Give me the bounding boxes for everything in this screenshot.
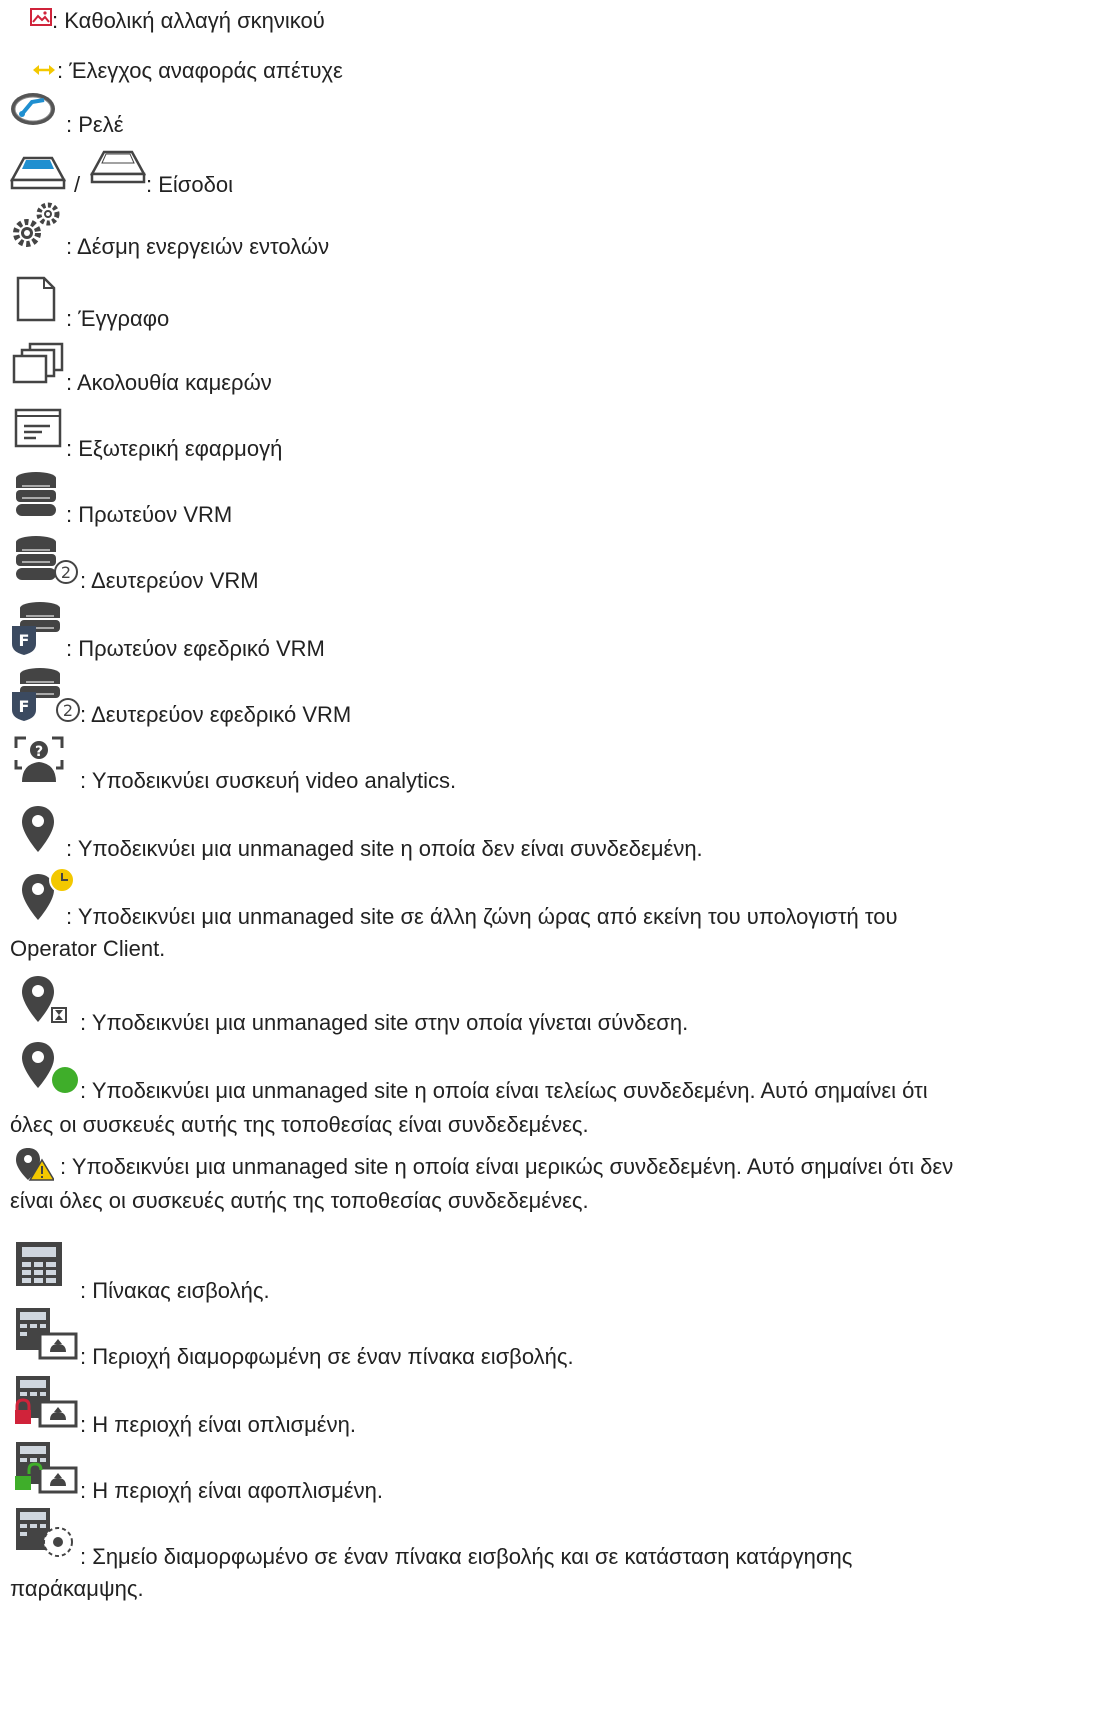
legend-text: : Υποδεικνύει μια unmanaged site η οποία…: [66, 836, 703, 861]
legend-item: : Πίνακας εισβολής.: [0, 1240, 1100, 1303]
legend-text-continued: Operator Client.: [10, 936, 166, 961]
legend-text: : Πρωτεύον εφεδρικό VRM: [66, 636, 325, 661]
legend-text: : Υποδεικνύει μια unmanaged site σε άλλη…: [66, 904, 898, 929]
legend-item: : Υποδεικνύει μια unmanaged site η οποία…: [0, 1040, 1100, 1140]
legend-text: : Ακολουθία καμερών: [66, 370, 272, 395]
svg-text:2: 2: [63, 701, 73, 720]
legend-item: : Έλεγχος αναφοράς απέτυχε: [0, 56, 1100, 86]
legend-item: : Υποδεικνύει μια unmanaged site στην οπ…: [0, 974, 1100, 1035]
svg-text:?: ?: [35, 744, 43, 760]
scene-change-icon: [30, 8, 52, 26]
area-disarmed-icon: [14, 1440, 80, 1494]
legend-item: : Πρωτεύον VRM: [0, 470, 1100, 530]
area-armed-icon: [14, 1374, 80, 1428]
legend-text: : Η περιοχή είναι οπλισμένη.: [80, 1412, 356, 1437]
legend-text: : Η περιοχή είναι αφοπλισμένη.: [80, 1478, 383, 1503]
legend-item: : Εξωτερική εφαρμογή: [0, 408, 1100, 464]
svg-text:F: F: [19, 697, 30, 716]
legend-text-continued: είναι όλες οι συσκευές αυτής της τοποθεσ…: [10, 1188, 589, 1213]
legend-item: : Ρελέ: [0, 92, 1100, 138]
reference-check-failed-icon: [33, 63, 55, 77]
legend-item: : Υποδεικνύει μια unmanaged site η οποία…: [0, 1146, 1100, 1236]
video-analytics-icon: ?: [12, 734, 66, 784]
svg-text:F: F: [19, 631, 30, 650]
intrusion-area-icon: [14, 1306, 80, 1360]
intrusion-panel-icon: [14, 1240, 64, 1288]
primary-failover-vrm-icon: F: [10, 600, 66, 656]
legend-item: : Περιοχή διαμορφωμένη σε έναν πίνακα ει…: [0, 1306, 1100, 1369]
legend-text: : Σημείο διαμορφωμένο σε έναν πίνακα εισ…: [80, 1544, 853, 1569]
legend-item: : Η περιοχή είναι αφοπλισμένη.: [0, 1440, 1100, 1503]
external-application-icon: [14, 408, 62, 450]
primary-vrm-icon: [14, 470, 64, 520]
legend-text: : Έγγραφο: [66, 306, 170, 331]
legend-text: : Περιοχή διαμορφωμένη σε έναν πίνακα ει…: [80, 1344, 574, 1369]
site-connected-icon: [20, 1040, 82, 1096]
legend-text: : Καθολική αλλαγή σκηνικού: [52, 8, 325, 33]
input-separator: /: [74, 172, 81, 197]
legend-text: : Υποδεικνύει μια unmanaged site στην οπ…: [80, 1010, 689, 1035]
legend-text-continued: παράκαμψης.: [10, 1576, 144, 1601]
legend-text: : Δευτερεύον VRM: [80, 568, 259, 593]
legend-text: : Έλεγχος αναφοράς απέτυχε: [57, 58, 343, 83]
relay-icon: [10, 92, 56, 126]
legend-text: : Πίνακας εισβολής.: [80, 1278, 270, 1303]
legend-text-continued: όλες οι συσκευές αυτής της τοποθεσίας εί…: [10, 1112, 589, 1137]
input-icon: [90, 150, 146, 186]
legend-text: : Πρωτεύον VRM: [66, 502, 233, 527]
legend-item: : Η περιοχή είναι οπλισμένη.: [0, 1374, 1100, 1437]
legend-item: F : Πρωτεύον εφεδρικό VRM: [0, 600, 1100, 661]
secondary-vrm-icon: 2: [14, 534, 80, 586]
legend-item: : Ακολουθία καμερών: [0, 342, 1100, 398]
legend-text: : Δευτερεύον εφεδρικό VRM: [80, 702, 352, 727]
command-script-icon: [10, 200, 62, 252]
legend-text: : Υποδεικνύει μια unmanaged site η οποία…: [60, 1154, 954, 1179]
secondary-failover-vrm-icon: F2: [10, 666, 82, 724]
legend-item: : Σημείο διαμορφωμένο σε έναν πίνακα εισ…: [0, 1506, 1100, 1606]
legend-item: : Δέσμη ενεργειών εντολών: [0, 200, 1100, 260]
legend-text: : Υποδεικνύει συσκευή video analytics.: [80, 768, 457, 793]
legend-item: : Υποδεικνύει μια unmanaged site σε άλλη…: [0, 866, 1100, 966]
legend-text: : Είσοδοι: [146, 172, 233, 197]
svg-text:2: 2: [61, 563, 71, 582]
legend-item: / : Είσοδοι: [0, 150, 1100, 198]
input-icon: [10, 156, 66, 190]
point-bypass-icon: [14, 1506, 76, 1558]
legend-text: : Ρελέ: [66, 112, 124, 137]
legend-item: : Έγγραφο: [0, 276, 1100, 332]
legend-item: F2 : Δευτερεύον εφεδρικό VRM: [0, 666, 1100, 727]
legend-text: : Υποδεικνύει μια unmanaged site η οποία…: [80, 1078, 928, 1103]
camera-sequence-icon: [12, 342, 66, 386]
site-partially-connected-icon: [14, 1146, 54, 1182]
legend-item: 2 : Δευτερεύον VRM: [0, 534, 1100, 594]
site-connecting-icon: [20, 974, 78, 1026]
document-icon: [16, 276, 56, 322]
legend-text: : Δέσμη ενεργειών εντολών: [66, 234, 330, 259]
legend-text: : Εξωτερική εφαρμογή: [66, 436, 283, 461]
site-disconnected-icon: [20, 804, 56, 854]
legend-item: : Υποδεικνύει μια unmanaged site η οποία…: [0, 804, 1100, 861]
legend-item: : Καθολική αλλαγή σκηνικού: [0, 6, 1100, 36]
legend-item: ? : Υποδεικνύει συσκευή video analytics.: [0, 734, 1100, 793]
